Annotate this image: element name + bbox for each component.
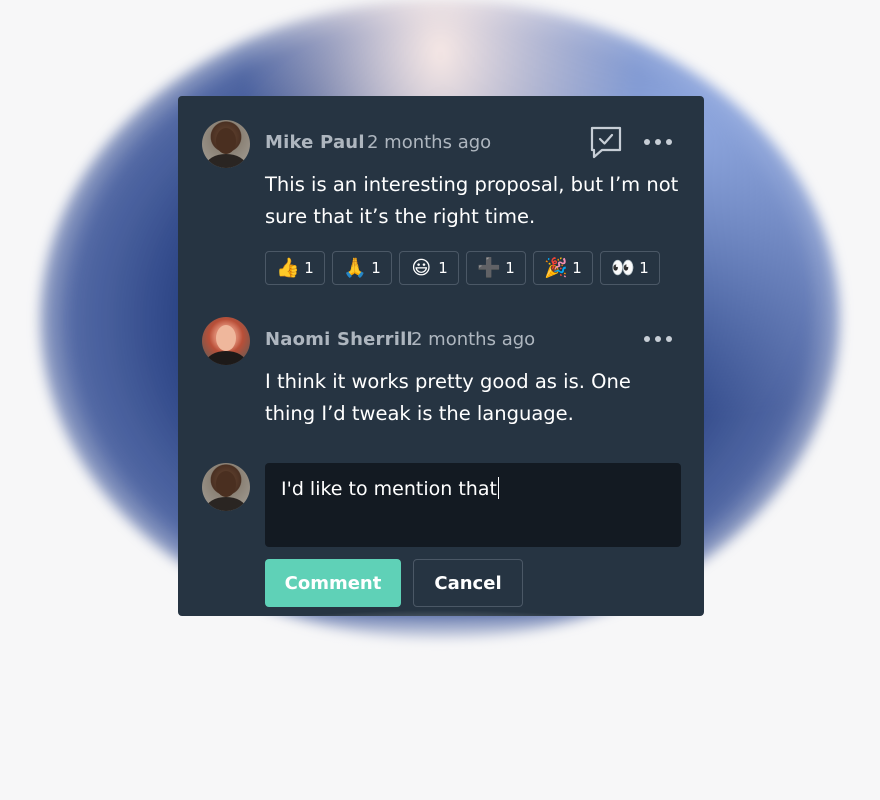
- smiley-icon: 😃: [411, 256, 432, 279]
- reaction-count: 1: [304, 259, 314, 277]
- comment-author: Mike Paul: [265, 132, 365, 153]
- thumbs-up-icon: 👍: [276, 256, 300, 279]
- reaction-thumbs-up[interactable]: 👍 1: [265, 251, 325, 285]
- party-popper-icon: 🎉: [544, 256, 568, 279]
- more-options-icon[interactable]: [644, 132, 672, 152]
- comment-input[interactable]: I'd like to mention that: [265, 463, 681, 547]
- reaction-eyes[interactable]: 👀 1: [600, 251, 660, 285]
- avatar-naomi-sherrill: [202, 317, 250, 365]
- cancel-button[interactable]: Cancel: [413, 559, 523, 607]
- comment-input-value: I'd like to mention that: [281, 478, 497, 500]
- reaction-count: 1: [371, 259, 381, 277]
- reaction-count: 1: [438, 259, 448, 277]
- folded-hands-icon: 🙏: [343, 256, 367, 279]
- reaction-party-popper[interactable]: 🎉 1: [533, 251, 593, 285]
- eyes-icon: 👀: [611, 256, 635, 279]
- reaction-count: 1: [505, 259, 515, 277]
- comment-author: Naomi Sherrill: [265, 329, 413, 350]
- comment-body: This is an interesting proposal, but I’m…: [265, 173, 679, 228]
- reaction-count: 1: [639, 259, 649, 277]
- resolve-comment-icon[interactable]: [589, 125, 623, 159]
- text-caret: [497, 477, 500, 499]
- avatar-mike-paul: [202, 120, 250, 168]
- more-options-icon[interactable]: [644, 329, 672, 349]
- comment-timestamp: 2 months ago: [367, 132, 492, 153]
- reaction-plus[interactable]: ➕ 1: [466, 251, 526, 285]
- reaction-count: 1: [572, 259, 582, 277]
- current-user-avatar: [202, 463, 250, 511]
- reaction-folded-hands[interactable]: 🙏 1: [332, 251, 392, 285]
- comment-body: I think it works pretty good as is. One …: [265, 370, 631, 425]
- reaction-bar: 👍 1 🙏 1 😃 1 ➕ 1 🎉 1 👀 1: [265, 251, 660, 285]
- reaction-smiley[interactable]: 😃 1: [399, 251, 459, 285]
- plus-icon: ➕: [477, 256, 501, 279]
- comment-button[interactable]: Comment: [265, 559, 401, 607]
- comment-timestamp: 2 months ago: [411, 329, 536, 350]
